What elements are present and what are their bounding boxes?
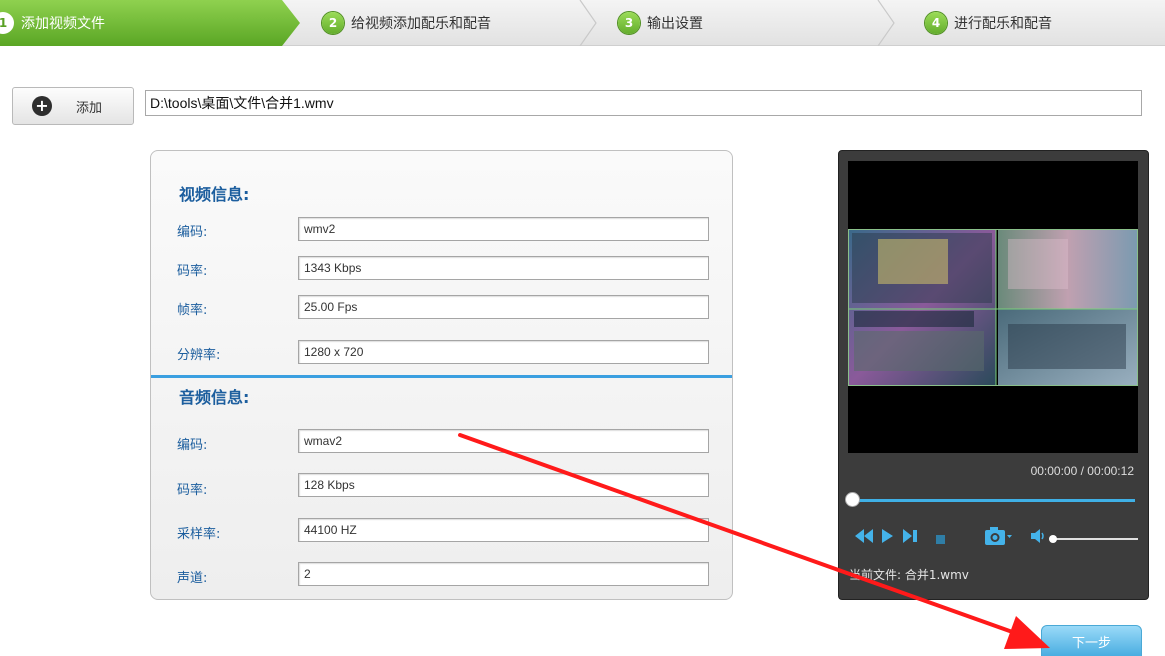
snapshot-camera-icon[interactable]	[984, 526, 1012, 549]
step-label-process: 进行配乐和配音	[954, 16, 1052, 32]
current-file-label: 当前文件: 合并1.wmv	[849, 568, 969, 582]
step-divider	[876, 0, 896, 46]
wizard-steps: 1 添加视频文件 2 给视频添加配乐和配音 3 输出设置 4 进行配乐和配音	[0, 0, 1165, 46]
audio-bitrate-label: 码率:	[177, 483, 208, 498]
add-file-button[interactable]: + 添加	[12, 87, 134, 125]
audio-codec-label: 编码:	[177, 438, 208, 453]
step-label-add-video: 添加视频文件	[21, 16, 105, 32]
step-number-3: 3	[618, 12, 640, 34]
video-info-title: 视频信息:	[179, 185, 250, 204]
step-number-2: 2	[322, 12, 344, 34]
audio-channels-label: 声道:	[177, 571, 208, 586]
video-resolution-label: 分辨率:	[177, 348, 221, 363]
video-framerate-label: 帧率:	[177, 303, 208, 318]
audio-samplerate-label: 采样率:	[177, 527, 221, 542]
step-process[interactable]: 4 进行配乐和配音	[925, 0, 1052, 46]
seek-bar[interactable]	[851, 499, 1135, 502]
volume-handle[interactable]	[1049, 535, 1057, 543]
file-path-field[interactable]: D:\tools\桌面\文件\合并1.wmv	[145, 90, 1142, 116]
plus-icon: +	[32, 96, 52, 116]
section-divider	[151, 375, 732, 378]
step-add-video[interactable]: 1 添加视频文件	[0, 0, 300, 46]
audio-info-title: 音频信息:	[179, 388, 250, 407]
add-file-button-label: 添加	[76, 100, 103, 116]
wizard-window: 1 添加视频文件 2 给视频添加配乐和配音 3 输出设置 4 进行配乐和配音 +…	[0, 0, 1165, 656]
step-number-1: 1	[0, 12, 14, 34]
preview-player: 00:00:00 / 00:00:12 当前文件: 合并1.wmv	[838, 150, 1149, 600]
step-output-settings[interactable]: 3 输出设置	[618, 0, 703, 46]
audio-bitrate-field: 128 Kbps	[298, 473, 709, 497]
play-icon[interactable]	[881, 529, 893, 546]
audio-codec-field: wmav2	[298, 429, 709, 453]
step-label-add-music: 给视频添加配乐和配音	[351, 16, 491, 32]
step-add-music[interactable]: 2 给视频添加配乐和配音	[322, 0, 491, 46]
stop-icon[interactable]	[936, 532, 945, 547]
video-preview-screen	[848, 161, 1138, 453]
seek-handle[interactable]	[845, 492, 860, 507]
video-bitrate-label: 码率:	[177, 264, 208, 279]
video-bitrate-field: 1343 Kbps	[298, 256, 709, 280]
video-codec-field: wmv2	[298, 217, 709, 241]
step-divider	[578, 0, 598, 46]
volume-icon[interactable]	[1030, 528, 1048, 547]
step-number-4: 4	[925, 12, 947, 34]
audio-samplerate-field: 44100 HZ	[298, 518, 709, 542]
step-label-output-settings: 输出设置	[647, 16, 703, 32]
media-info-panel: 视频信息: 编码: wmv2 码率: 1343 Kbps 帧率: 25.00 F…	[150, 150, 733, 600]
video-thumbnail	[848, 229, 1138, 386]
video-framerate-field: 25.00 Fps	[298, 295, 709, 319]
video-codec-label: 编码:	[177, 225, 208, 240]
playback-timecode: 00:00:00 / 00:00:12	[1030, 464, 1134, 478]
next-step-button[interactable]: 下一步	[1041, 625, 1142, 656]
fast-forward-icon[interactable]	[903, 529, 919, 546]
video-resolution-field: 1280 x 720	[298, 340, 709, 364]
volume-slider[interactable]	[1052, 538, 1138, 540]
rewind-icon[interactable]	[853, 529, 875, 546]
audio-channels-field: 2	[298, 562, 709, 586]
